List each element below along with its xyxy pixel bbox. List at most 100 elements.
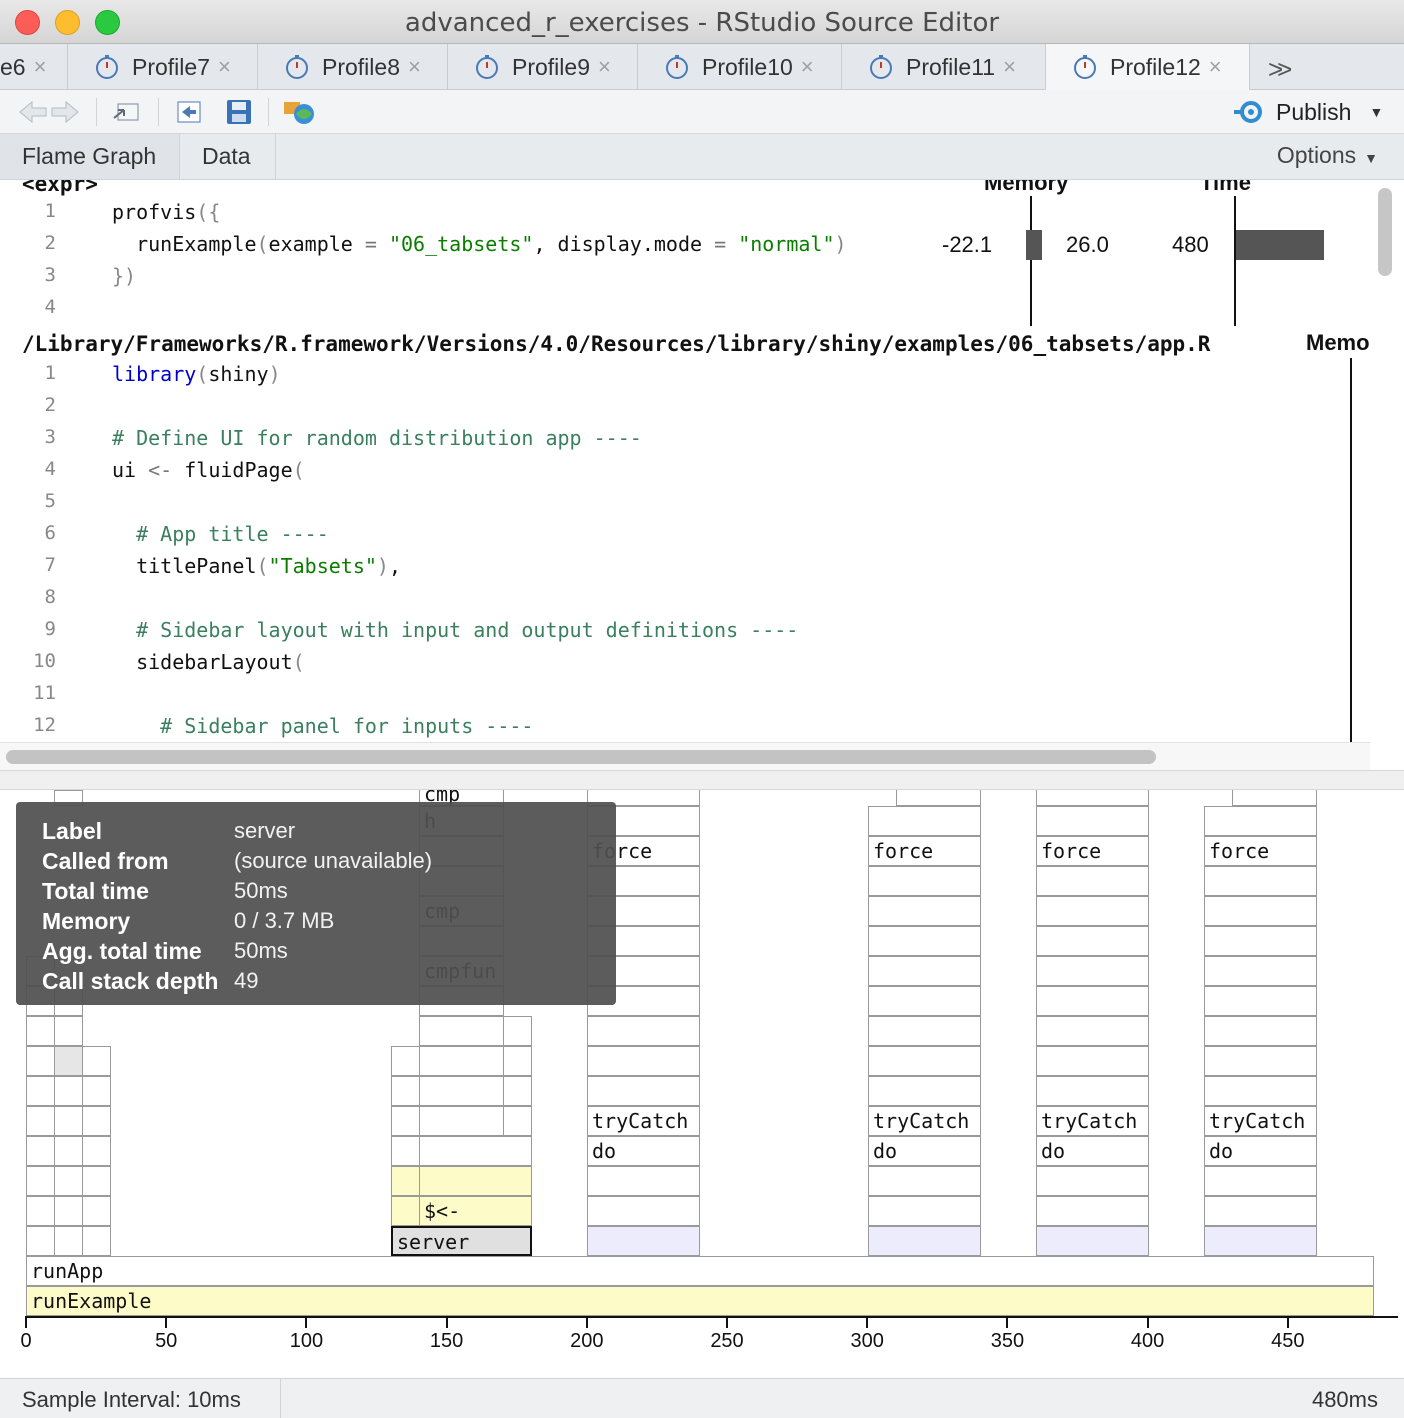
tab-profile10[interactable]: Profile10 × xyxy=(638,44,842,90)
flame-cell[interactable] xyxy=(1036,986,1149,1016)
flame-cell-force[interactable]: force xyxy=(1204,836,1317,866)
flame-cell-runexample[interactable]: runExample xyxy=(26,1286,1374,1316)
flame-cell[interactable] xyxy=(1204,896,1317,926)
flame-cell[interactable] xyxy=(391,1136,420,1166)
flame-cell[interactable] xyxy=(82,1196,111,1226)
flame-cell[interactable] xyxy=(868,896,981,926)
close-tab-icon[interactable]: × xyxy=(408,54,421,80)
flame-cell[interactable] xyxy=(1204,1196,1317,1226)
flame-cell[interactable] xyxy=(54,1136,83,1166)
flame-cell[interactable] xyxy=(54,1196,83,1226)
flame-cell[interactable] xyxy=(1204,1226,1317,1256)
flame-cell[interactable] xyxy=(391,1076,420,1106)
flame-cell[interactable] xyxy=(419,1106,504,1136)
flame-cell[interactable] xyxy=(868,1196,981,1226)
flame-cell[interactable] xyxy=(391,1106,420,1136)
flame-cell[interactable] xyxy=(587,1046,700,1076)
flame-cell[interactable] xyxy=(26,1106,55,1136)
flame-cell[interactable] xyxy=(587,1196,700,1226)
flame-cell[interactable] xyxy=(1232,790,1317,806)
chevron-down-icon[interactable]: ▼ xyxy=(1369,104,1383,120)
flame-cell[interactable] xyxy=(1036,926,1149,956)
flame-cell[interactable] xyxy=(1204,1166,1317,1196)
flame-cell[interactable] xyxy=(54,1166,83,1196)
forward-arrow-icon[interactable] xyxy=(50,98,80,126)
flame-cell[interactable] xyxy=(868,1046,981,1076)
save-icon[interactable] xyxy=(224,98,254,126)
close-tab-icon[interactable]: × xyxy=(801,54,814,80)
flame-cell[interactable] xyxy=(82,1166,111,1196)
flame-cell[interactable] xyxy=(26,1016,55,1046)
flame-cell[interactable] xyxy=(1204,806,1317,836)
flame-cell[interactable] xyxy=(1036,1226,1149,1256)
flame-cell[interactable] xyxy=(1036,1166,1149,1196)
back-arrow-icon[interactable] xyxy=(18,98,48,126)
flame-cell[interactable] xyxy=(1036,790,1149,806)
vertical-scrollbar[interactable] xyxy=(1378,188,1392,276)
flame-cell-trycatch[interactable]: tryCatch xyxy=(1036,1106,1149,1136)
flame-cell[interactable] xyxy=(503,1106,532,1136)
flame-cell-trycatch[interactable]: tryCatch xyxy=(1204,1106,1317,1136)
close-tab-icon[interactable]: × xyxy=(34,54,47,80)
flame-cell[interactable] xyxy=(1204,986,1317,1016)
tab-profile8[interactable]: Profile8 × xyxy=(258,44,448,90)
close-tab-icon[interactable]: × xyxy=(1209,54,1222,80)
flame-cell[interactable] xyxy=(1036,1016,1149,1046)
horizontal-scrollbar[interactable] xyxy=(6,750,1156,764)
flame-cell[interactable] xyxy=(868,866,981,896)
tab-profile12[interactable]: Profile12 × xyxy=(1046,44,1250,90)
flame-cell[interactable] xyxy=(1204,926,1317,956)
flame-cell[interactable] xyxy=(1204,956,1317,986)
more-tabs-icon[interactable]: >> xyxy=(1268,54,1293,85)
flame-cell[interactable] xyxy=(419,1136,532,1166)
flame-cell[interactable] xyxy=(1036,1046,1149,1076)
flame-cell-do[interactable]: do xyxy=(1036,1136,1149,1166)
flame-cell[interactable] xyxy=(26,1196,55,1226)
flame-cell[interactable] xyxy=(391,1196,420,1226)
flame-cell-force[interactable]: force xyxy=(868,836,981,866)
flame-cell[interactable] xyxy=(1036,896,1149,926)
flame-cell[interactable] xyxy=(587,1226,700,1256)
flame-cell-server[interactable]: server xyxy=(391,1226,532,1256)
flame-cell[interactable] xyxy=(26,1136,55,1166)
flame-cell[interactable] xyxy=(868,1226,981,1256)
tab-profile9[interactable]: Profile9 × xyxy=(448,44,638,90)
tab-profile7[interactable]: Profile7 × xyxy=(68,44,258,90)
flame-cell[interactable] xyxy=(54,1226,83,1256)
flame-cell-trycatch[interactable]: tryCatch xyxy=(868,1106,981,1136)
tab-data[interactable]: Data xyxy=(180,134,276,179)
flame-cell[interactable] xyxy=(54,1046,83,1076)
flame-cell[interactable] xyxy=(587,1076,700,1106)
flame-cell[interactable] xyxy=(26,1166,55,1196)
flame-cell[interactable] xyxy=(82,1046,111,1076)
close-tab-icon[interactable]: × xyxy=(218,54,231,80)
tab-profile6[interactable]: e6 × xyxy=(0,44,68,90)
pane-splitter[interactable] xyxy=(0,770,1404,790)
flame-cell[interactable] xyxy=(503,1016,532,1046)
flame-cell[interactable] xyxy=(868,956,981,986)
flame-cell[interactable] xyxy=(419,1166,532,1196)
flame-cell-runapp[interactable]: runApp xyxy=(26,1256,1374,1286)
tab-profile11[interactable]: Profile11 × xyxy=(842,44,1046,90)
close-tab-icon[interactable]: × xyxy=(598,54,611,80)
flame-cell[interactable] xyxy=(26,1076,55,1106)
flame-cell-do[interactable]: do xyxy=(587,1136,700,1166)
flame-cell[interactable] xyxy=(1036,1196,1149,1226)
close-tab-icon[interactable]: × xyxy=(1003,54,1016,80)
flame-cell[interactable] xyxy=(587,1016,700,1046)
flame-cell[interactable] xyxy=(868,926,981,956)
flame-cell-do[interactable]: do xyxy=(868,1136,981,1166)
flame-cell[interactable] xyxy=(868,1166,981,1196)
flame-cell[interactable] xyxy=(868,1076,981,1106)
flame-cell[interactable] xyxy=(503,1046,532,1076)
flame-cell[interactable] xyxy=(82,1076,111,1106)
flame-cell[interactable] xyxy=(503,1076,532,1106)
flame-cell[interactable] xyxy=(82,1226,111,1256)
flame-cell[interactable] xyxy=(1204,1076,1317,1106)
flame-cell[interactable] xyxy=(1204,1016,1317,1046)
flame-cell[interactable] xyxy=(1036,806,1149,836)
flame-cell[interactable] xyxy=(1204,1046,1317,1076)
flame-cell[interactable] xyxy=(587,1166,700,1196)
flame-cell[interactable] xyxy=(1036,1076,1149,1106)
flame-cell[interactable] xyxy=(54,1016,83,1046)
